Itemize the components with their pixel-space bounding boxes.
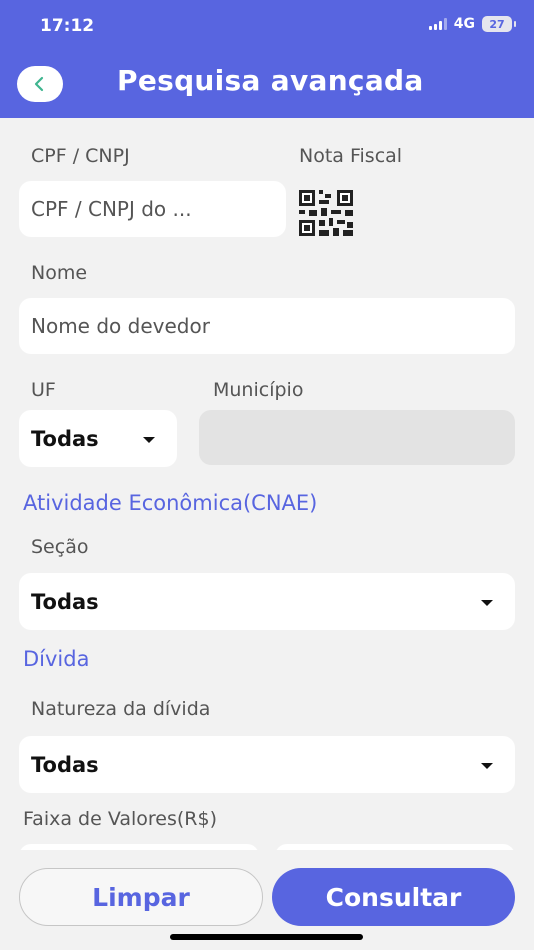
qr-code-icon[interactable] <box>299 190 353 236</box>
signal-icon <box>428 18 447 30</box>
battery-icon: 27 <box>482 16 516 32</box>
nome-input[interactable]: Nome do devedor <box>19 298 515 354</box>
uf-value: Todas <box>31 426 99 451</box>
secao-value: Todas <box>31 589 99 614</box>
home-indicator <box>170 934 363 940</box>
natureza-value: Todas <box>31 752 99 777</box>
status-indicators: 4G 27 <box>428 16 516 32</box>
clear-button[interactable]: Limpar <box>19 868 263 926</box>
nome-label: Nome <box>31 262 88 284</box>
battery-level: 27 <box>489 17 505 31</box>
faixa-label: Faixa de Valores(R$) <box>23 808 217 830</box>
nome-placeholder: Nome do devedor <box>31 314 210 338</box>
app-header: 17:12 4G 27 Pesquisa avançada <box>0 0 534 118</box>
nota-fiscal-label: Nota Fiscal <box>299 145 403 167</box>
cnae-section-title: Atividade Econômica(CNAE) <box>23 491 318 515</box>
uf-select[interactable]: Todas <box>19 410 177 467</box>
municipio-select[interactable] <box>199 410 515 465</box>
caret-down-icon <box>481 762 493 769</box>
cpf-label: CPF / CNPJ <box>31 145 130 167</box>
chevron-left-icon <box>34 76 44 92</box>
secao-label: Seção <box>31 536 89 558</box>
caret-down-icon <box>143 436 155 443</box>
cpf-placeholder: CPF / CNPJ do ... <box>31 197 192 221</box>
caret-down-icon <box>481 599 493 606</box>
uf-label: UF <box>31 379 56 401</box>
status-time: 17:12 <box>40 16 95 36</box>
divida-section-title: Dívida <box>23 647 90 671</box>
cpf-input[interactable]: CPF / CNPJ do ... <box>19 181 286 237</box>
natureza-label: Natureza da dívida <box>31 698 211 720</box>
secao-select[interactable]: Todas <box>19 573 515 630</box>
page-title: Pesquisa avançada <box>117 64 424 97</box>
back-button[interactable] <box>17 66 63 102</box>
search-button[interactable]: Consultar <box>272 868 515 926</box>
natureza-select[interactable]: Todas <box>19 736 515 793</box>
municipio-label: Município <box>213 379 304 401</box>
network-type: 4G <box>453 16 475 32</box>
